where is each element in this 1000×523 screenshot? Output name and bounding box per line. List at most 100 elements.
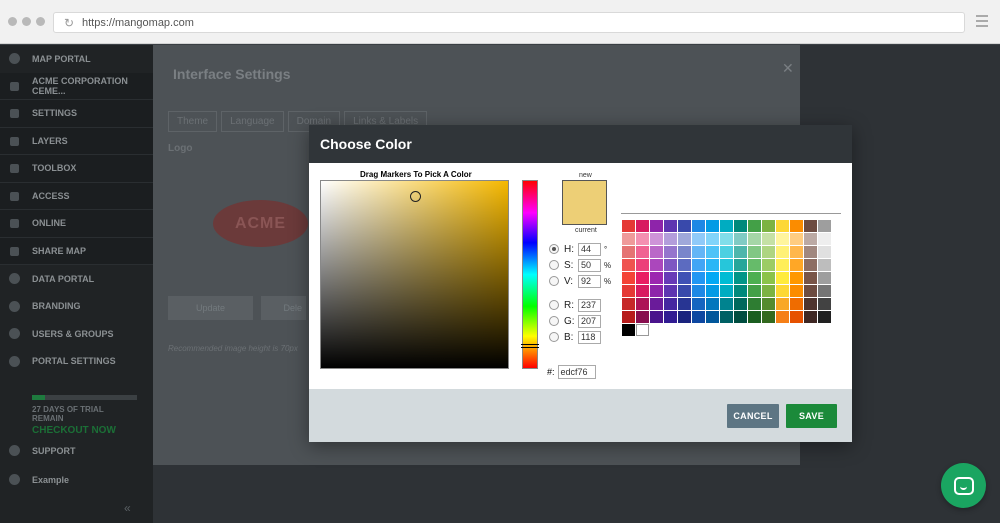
palette-swatch[interactable] (748, 259, 761, 271)
palette-swatch[interactable] (790, 220, 803, 232)
palette-swatch[interactable] (720, 220, 733, 232)
palette-swatch[interactable] (818, 298, 831, 310)
palette-swatch[interactable] (720, 298, 733, 310)
palette-swatch[interactable] (622, 285, 635, 297)
palette-swatch[interactable] (678, 246, 691, 258)
sidebar-item[interactable]: TOOLBOX (0, 155, 153, 183)
window-close-dot[interactable] (8, 17, 17, 26)
palette-swatch[interactable] (818, 220, 831, 232)
palette-swatch[interactable] (762, 298, 775, 310)
palette-swatch[interactable] (762, 311, 775, 323)
url-text[interactable]: https://mangomap.com (82, 16, 194, 30)
palette-swatch[interactable] (804, 311, 817, 323)
sidebar-item[interactable]: USERS & GROUPS (0, 320, 153, 348)
palette-swatch[interactable] (776, 233, 789, 245)
palette-swatch[interactable] (734, 272, 747, 284)
palette-swatch[interactable] (706, 259, 719, 271)
palette-swatch[interactable] (776, 259, 789, 271)
palette-swatch[interactable] (692, 246, 705, 258)
sidebar-item[interactable]: PORTAL SETTINGS (0, 348, 153, 376)
panel-tab[interactable]: Theme (168, 111, 218, 132)
palette-swatch[interactable] (650, 311, 663, 323)
palette-swatch[interactable] (636, 285, 649, 297)
saturation-value-picker[interactable] (320, 180, 509, 369)
palette-swatch[interactable] (664, 272, 677, 284)
sidebar-item-support[interactable]: SUPPORT (0, 437, 153, 465)
palette-swatch[interactable] (650, 285, 663, 297)
palette-swatch[interactable] (678, 220, 691, 232)
hue-radio[interactable] (549, 244, 559, 254)
palette-swatch[interactable] (804, 246, 817, 258)
palette-swatch[interactable] (678, 272, 691, 284)
red-radio[interactable] (549, 300, 559, 310)
palette-swatch[interactable] (734, 298, 747, 310)
palette-swatch[interactable] (692, 220, 705, 232)
palette-swatch[interactable] (636, 311, 649, 323)
palette-swatch[interactable] (804, 285, 817, 297)
panel-close-icon[interactable]: ✕ (782, 60, 794, 77)
blue-input[interactable]: 118 (578, 330, 601, 344)
palette-swatch[interactable] (678, 285, 691, 297)
palette-swatch[interactable] (706, 272, 719, 284)
palette-swatch[interactable] (664, 246, 677, 258)
palette-swatch[interactable] (622, 220, 635, 232)
window-minimize-dot[interactable] (22, 17, 31, 26)
sv-marker-handle[interactable] (410, 191, 421, 202)
palette-swatch[interactable] (664, 259, 677, 271)
palette-swatch[interactable] (636, 220, 649, 232)
save-button[interactable]: SAVE (786, 404, 837, 428)
palette-swatch[interactable] (622, 324, 635, 336)
palette-swatch[interactable] (692, 311, 705, 323)
palette-swatch[interactable] (790, 298, 803, 310)
palette-swatch[interactable] (650, 233, 663, 245)
palette-swatch[interactable] (706, 285, 719, 297)
palette-swatch[interactable] (622, 272, 635, 284)
palette-swatch[interactable] (748, 272, 761, 284)
palette-swatch[interactable] (720, 246, 733, 258)
palette-swatch[interactable] (650, 298, 663, 310)
palette-swatch[interactable] (622, 311, 635, 323)
sidebar-item[interactable]: ONLINE (0, 210, 153, 238)
panel-tab[interactable]: Language (221, 111, 284, 132)
palette-swatch[interactable] (762, 285, 775, 297)
palette-swatch[interactable] (622, 259, 635, 271)
palette-swatch[interactable] (818, 233, 831, 245)
palette-swatch[interactable] (650, 220, 663, 232)
sidebar-item[interactable]: BRANDING (0, 293, 153, 321)
palette-swatch[interactable] (622, 298, 635, 310)
hue-slider-handle[interactable] (521, 344, 539, 348)
palette-swatch[interactable] (804, 272, 817, 284)
palette-swatch[interactable] (748, 233, 761, 245)
palette-swatch[interactable] (748, 246, 761, 258)
palette-swatch[interactable] (804, 220, 817, 232)
green-radio[interactable] (549, 316, 559, 326)
address-bar[interactable]: ↻ https://mangomap.com (53, 12, 965, 33)
palette-swatch[interactable] (664, 285, 677, 297)
palette-swatch[interactable] (720, 233, 733, 245)
green-input[interactable]: 207 (578, 314, 601, 328)
saturation-input[interactable]: 50 (578, 258, 601, 272)
palette-swatch[interactable] (804, 259, 817, 271)
palette-swatch[interactable] (790, 272, 803, 284)
palette-swatch[interactable] (790, 311, 803, 323)
palette-swatch[interactable] (818, 311, 831, 323)
sidebar-item[interactable]: ACCESS (0, 182, 153, 210)
checkout-link[interactable]: CHECKOUT NOW (32, 425, 137, 436)
palette-swatch[interactable] (734, 259, 747, 271)
palette-swatch[interactable] (678, 311, 691, 323)
palette-swatch[interactable] (650, 246, 663, 258)
palette-swatch[interactable] (804, 233, 817, 245)
palette-swatch[interactable] (678, 233, 691, 245)
red-input[interactable]: 237 (578, 298, 601, 312)
collapse-sidebar-icon[interactable]: « (124, 501, 131, 515)
palette-swatch[interactable] (720, 259, 733, 271)
palette-swatch[interactable] (790, 246, 803, 258)
sidebar-item[interactable]: ACME Corporation Ceme... (0, 72, 153, 100)
palette-swatch[interactable] (706, 233, 719, 245)
palette-swatch[interactable] (818, 285, 831, 297)
hex-input[interactable]: edcf76 (557, 365, 596, 379)
palette-swatch[interactable] (818, 272, 831, 284)
window-maximize-dot[interactable] (36, 17, 45, 26)
palette-swatch[interactable] (762, 220, 775, 232)
palette-swatch[interactable] (664, 220, 677, 232)
